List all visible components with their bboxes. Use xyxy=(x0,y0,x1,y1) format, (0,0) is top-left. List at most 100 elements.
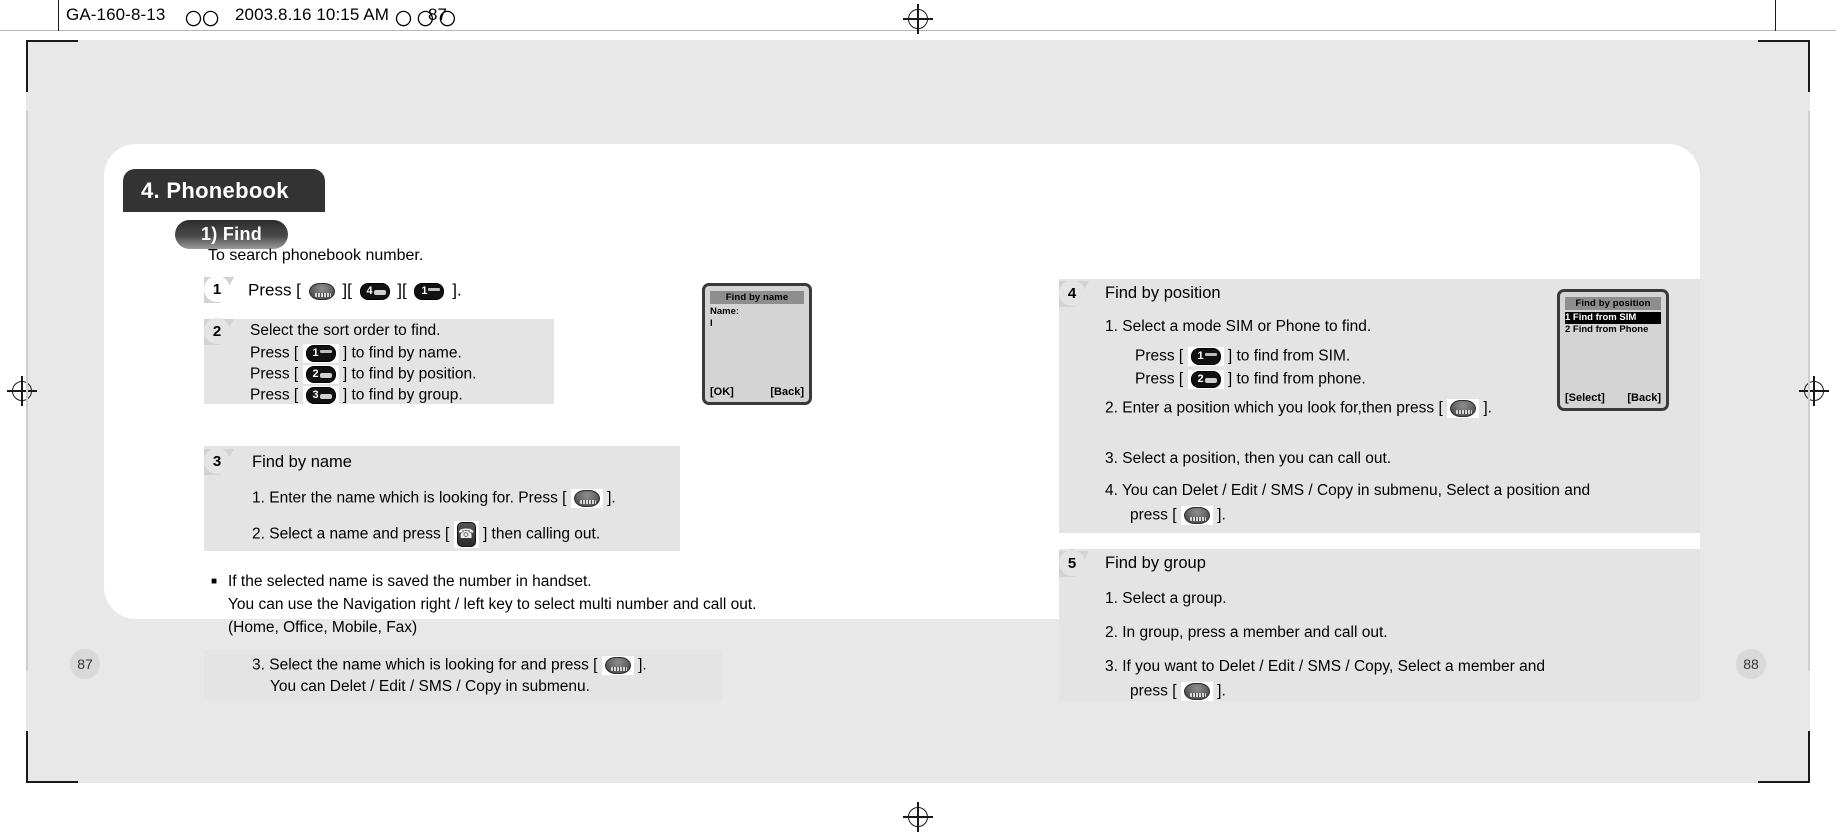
header-doc-code: GA-160-8-13 xyxy=(66,5,166,24)
step2-line-3: Press [ 3 ] to find by group. xyxy=(250,386,463,405)
step-badge-4: 4 xyxy=(1059,280,1089,307)
ok-key-wrap-2 xyxy=(570,489,603,508)
lcd-left-body: Name: I xyxy=(710,304,804,397)
step4-line-6-post: ]. xyxy=(1217,506,1226,524)
step1-sep1: ][ xyxy=(342,280,352,300)
step3-cont-line-1: You can Delet / Edit / SMS / Copy in sub… xyxy=(270,678,590,695)
header-date: 2003.8.16 10:15 AM xyxy=(235,5,389,24)
step2-line-1-pre: Press [ xyxy=(250,344,299,362)
ok-key-wrap-5 xyxy=(1180,506,1213,525)
note-line-2: (Home, Office, Mobile, Fax) xyxy=(228,619,418,636)
ok-key-icon xyxy=(308,283,335,301)
lcd-left-title: Find by name xyxy=(710,291,804,304)
lcd-right-softkey-right: [Back] xyxy=(1627,392,1661,404)
lcd-right-softkey-left: [Select] xyxy=(1565,392,1605,404)
ok-key-wrap-3 xyxy=(601,656,634,675)
crop-mark-tr-v xyxy=(1808,40,1810,92)
crop-mark-tl-v xyxy=(26,40,28,92)
lcd-left-label: Name: xyxy=(710,306,740,317)
lcd-right-item-0[interactable]: 1 Find from SIM xyxy=(1565,312,1661,324)
lcd-left-caret: I xyxy=(710,318,713,329)
step3-cont-line-0-post: ]. xyxy=(638,656,647,674)
crop-mark-br-h xyxy=(1758,781,1810,783)
chapter-tab: 4. Phonebook xyxy=(123,169,325,212)
step2-line-2: Press [ 2 ] to find by position. xyxy=(250,365,476,384)
step3-line-1: 1. Enter the name which is looking for. … xyxy=(252,489,616,508)
num-key-wrap-2: 2 xyxy=(302,365,339,384)
1-key-icon: 1 xyxy=(305,345,336,362)
header-rule-left xyxy=(58,0,59,31)
step5-heading: Find by group xyxy=(1105,554,1206,572)
send-key-wrap-1 xyxy=(453,521,479,548)
step2-line-2-pre: Press [ xyxy=(250,365,299,383)
registration-target-left xyxy=(7,376,37,406)
page-margin-right xyxy=(1810,31,1836,819)
step4-line-3-post: ]. xyxy=(1483,399,1492,417)
step3-cont-line-0-pre: 3. Select the name which is looking for … xyxy=(252,656,598,674)
binding-rule-right xyxy=(1808,111,1810,671)
step5-line-2: 3. If you want to Delet / Edit / SMS / C… xyxy=(1105,658,1545,675)
step4-line-2: Press [ 2 ] to find from phone. xyxy=(1135,370,1366,389)
step2-line-3-pre: Press [ xyxy=(250,386,299,404)
step1-line: Press [ ][ 4 ][ 1 ]. xyxy=(248,280,462,302)
crop-mark-tr-h xyxy=(1758,40,1810,42)
binding-rule-left xyxy=(26,111,28,671)
lcd-right-softkeys: [Select] [Back] xyxy=(1565,392,1661,404)
step4-line-1-post: ] to find from SIM. xyxy=(1227,347,1351,365)
ok-key-wrap-4 xyxy=(1447,399,1480,418)
lcd-left-softkeys: [OK] [Back] xyxy=(710,386,804,398)
2-key-icon: 2 xyxy=(1190,371,1221,388)
step3-heading: Find by name xyxy=(252,453,352,471)
step-badge-1: 1 xyxy=(204,276,234,303)
lcd-right-item-1[interactable]: 2 Find from Phone xyxy=(1565,324,1661,336)
step2-line-0: Select the sort order to find. xyxy=(250,322,441,339)
step4-line-5: 4. You can Delet / Edit / SMS / Copy in … xyxy=(1105,482,1591,499)
note-bullet: ■ xyxy=(211,576,218,587)
1-key-icon: 1 xyxy=(1190,348,1221,365)
lcd-left-softkey-left: [OK] xyxy=(710,386,734,398)
step5-line-3: press [ ]. xyxy=(1130,682,1226,701)
page-spread: 4. Phonebook 1) Find To search phonebook… xyxy=(0,4,1836,832)
step5-line-0: 1. Select a group. xyxy=(1105,590,1227,607)
step1-sep2: ][ xyxy=(397,280,407,300)
step3-line-1-pre: 1. Enter the name which is looking for. … xyxy=(252,489,567,507)
ok-key-icon xyxy=(1183,507,1210,524)
lcd-find-by-name: Find by name Name: I [OK] [Back] xyxy=(702,283,812,405)
lcd-right-title: Find by position xyxy=(1565,297,1661,310)
lcd-left-softkey-right: [Back] xyxy=(770,386,804,398)
step2-line-1: Press [ 1 ] to find by name. xyxy=(250,344,462,363)
2-key-icon: 2 xyxy=(305,366,336,383)
step-badge-3: 3 xyxy=(204,448,234,475)
step5-line-1: 2. In group, press a member and call out… xyxy=(1105,624,1388,641)
4-key-icon: 4 xyxy=(359,283,390,301)
step5-line-3-post: ]. xyxy=(1217,682,1226,700)
folio-left: 87 xyxy=(70,649,100,679)
step4-line-3: 2. Enter a position which you look for,t… xyxy=(1105,399,1492,418)
send-key-icon xyxy=(456,522,476,547)
num-key-wrap-4: 4 xyxy=(356,281,393,302)
section-pill: 1) Find xyxy=(175,220,288,249)
step-badge-1-number: 1 xyxy=(204,276,230,302)
num-key-wrap-1c: 1 xyxy=(1187,347,1224,366)
step4-line-2-post: ] to find from phone. xyxy=(1227,370,1366,388)
ok-key-icon xyxy=(1183,683,1210,700)
note-line-0: If the selected name is saved the number… xyxy=(228,573,592,590)
folio-right-number: 88 xyxy=(1743,656,1759,672)
step2-line-1-post: ] to find by name. xyxy=(342,344,462,362)
step4-line-3-pre: 2. Enter a position which you look for,t… xyxy=(1105,399,1443,417)
note-line-1: You can use the Navigation right / left … xyxy=(228,596,757,613)
num-key-wrap-3: 3 xyxy=(302,386,339,405)
chapter-title: 4. Phonebook xyxy=(141,177,289,203)
1-key-icon: 1 xyxy=(414,283,445,301)
ok-key-icon xyxy=(604,657,631,674)
ok-key-wrap-6 xyxy=(1180,682,1213,701)
step3-line-2-post: ] then calling out. xyxy=(482,525,601,543)
step4-line-1: Press [ 1 ] to find from SIM. xyxy=(1135,347,1350,366)
num-key-wrap-1: 1 xyxy=(411,281,448,302)
step2-line-3-post: ] to find by group. xyxy=(342,386,463,404)
page-margin-left xyxy=(0,31,26,819)
step3-line-2-pre: 2. Select a name and press [ xyxy=(252,525,450,543)
header-cjk-1: 〇〇 xyxy=(185,10,220,29)
step-badge-4-number: 4 xyxy=(1059,280,1085,306)
registration-target-bottom xyxy=(903,802,933,832)
